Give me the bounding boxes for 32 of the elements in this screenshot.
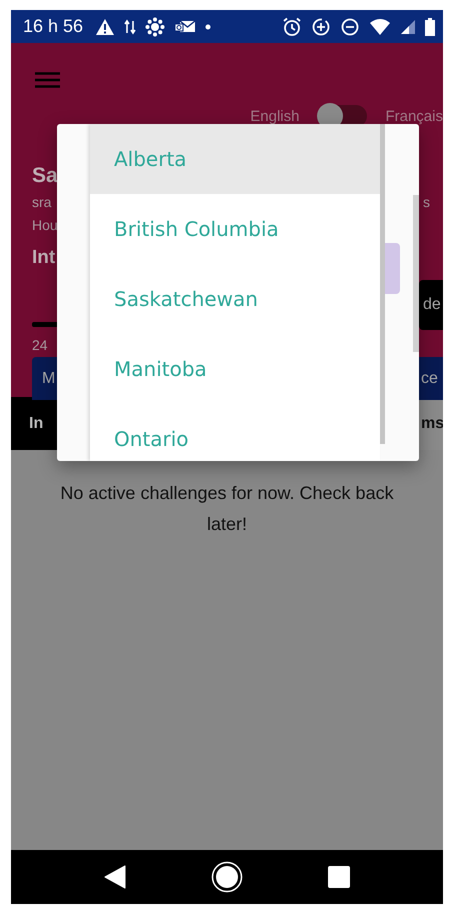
alarm-icon (282, 16, 302, 36)
language-label: Français (385, 108, 443, 124)
dotted-circle-icon (145, 16, 166, 36)
data-saver-icon (311, 16, 331, 36)
mail-icon (174, 18, 196, 34)
home-icon[interactable] (211, 861, 243, 893)
action-button[interactable]: de (419, 280, 443, 330)
dropdown-option[interactable]: Saskatchewan (90, 264, 380, 334)
back-icon[interactable] (104, 865, 126, 889)
tab[interactable]: In (11, 397, 57, 450)
profile-text: Hou (32, 217, 58, 233)
profile-email: sra (32, 194, 52, 210)
profile-name: Sa (32, 164, 58, 188)
section-heading: Int (32, 247, 56, 269)
dot-icon (205, 24, 212, 30)
battery-icon (425, 18, 435, 36)
dropdown-option[interactable]: Manitoba (90, 334, 380, 404)
count-text: 24 (32, 337, 49, 353)
warning-icon (95, 18, 116, 36)
menu-button[interactable]: ce (419, 357, 443, 400)
status-time: 16 h 56 (23, 16, 84, 37)
signal-icon (400, 18, 416, 34)
do-not-disturb-icon (340, 16, 360, 36)
empty-message: No active challenges for now. Check back later! (59, 482, 395, 536)
dropdown-option[interactable]: Ontario (90, 404, 380, 461)
dropdown-option[interactable]: British Columbia (90, 194, 380, 264)
button-background (385, 243, 400, 294)
profile-text: s (423, 194, 430, 210)
language-label: English (250, 108, 300, 124)
menu-button[interactable]: M (32, 357, 57, 400)
data-arrows-icon (124, 18, 136, 34)
wifi-icon (369, 18, 391, 36)
